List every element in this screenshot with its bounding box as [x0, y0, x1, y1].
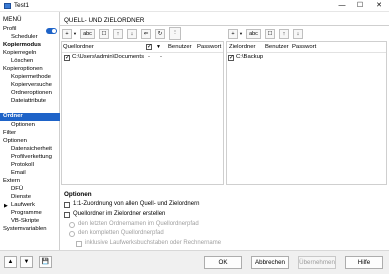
tree-item-optionen[interactable]: Optionen [3, 138, 27, 146]
rename-source-button[interactable]: abc [80, 29, 95, 39]
nav-down-button[interactable]: ▼ [20, 256, 33, 268]
tree-item-ordner-optionen[interactable]: Optionen [11, 122, 35, 130]
source-folder-list[interactable] [61, 41, 224, 185]
apply-button[interactable]: Übernehmen [298, 256, 336, 269]
nav-up-button[interactable]: ▲ [4, 256, 17, 268]
ok-button[interactable]: OK [204, 256, 242, 269]
swap-button[interactable]: ⇐ [141, 29, 151, 39]
move-up-source-button[interactable]: ↑ [113, 29, 123, 39]
tree-item-email[interactable]: Email [11, 170, 26, 178]
tree-item-ordner[interactable]: Ordner [0, 113, 60, 121]
help-button[interactable]: Hilfe [345, 256, 383, 269]
tree-item-systemvariablen[interactable]: Systemvariablen [3, 226, 47, 234]
move-down-target-button[interactable]: ↓ [293, 29, 303, 39]
target-row-checkbox[interactable] [228, 54, 234, 61]
app-icon [4, 3, 11, 9]
header-separator [227, 52, 386, 53]
tree-item-filter[interactable]: Filter [3, 130, 16, 138]
save-icon[interactable]: 💾 [39, 256, 52, 268]
tree-item-kopiermethode[interactable]: Kopiermethode [11, 74, 51, 82]
move-down-source-button[interactable]: ↓ [127, 29, 137, 39]
column-header-target[interactable]: Zielordner [229, 44, 256, 50]
create-source-folder-checkbox[interactable] [64, 212, 70, 218]
section-title: QUELL- UND ZIELORDNER [64, 17, 145, 24]
tree-item-extern[interactable]: Extern [3, 178, 20, 186]
menu-header: MENÜ [3, 16, 22, 23]
tree-item-datensicherheit[interactable]: Datensicherheit [11, 146, 52, 154]
column-header-password[interactable]: Passwort [197, 44, 221, 50]
include-drive-letter-label: inklusive Laufwerksbuchstaben oder Rechn… [85, 240, 222, 246]
tree-item-loeschen[interactable]: Löschen [11, 58, 33, 66]
tree-item-programme[interactable]: Programme [11, 210, 42, 218]
delete-target-button[interactable]: ☐ [265, 29, 275, 39]
tree-item-kopierregeln[interactable]: Kopierregeln [3, 50, 36, 58]
title-bar [0, 0, 389, 12]
tree-item-kopiermodus[interactable]: Kopiermodus [3, 42, 41, 50]
add-target-button[interactable]: + [228, 29, 238, 39]
tree-item-vb-skripte[interactable]: VB-Skripte [11, 218, 39, 226]
tree-item-dienste[interactable]: Dienste [11, 194, 31, 202]
profile-toggle[interactable] [46, 28, 57, 34]
last-folder-name-radio[interactable] [69, 222, 75, 228]
column-header-source[interactable]: Quellordner [63, 44, 94, 50]
target-folder-list[interactable] [226, 41, 387, 185]
minimize-button[interactable]: — [335, 1, 349, 11]
dropdown-arrow-icon[interactable]: ▼ [239, 31, 243, 36]
tree-item-ordneroptionen[interactable]: Ordneroptionen [11, 90, 52, 98]
tree-item-kopieroptionen[interactable]: Kopieroptionen [3, 66, 43, 74]
close-button[interactable]: ✕ [372, 1, 386, 11]
options-title: Optionen [64, 191, 92, 198]
full-path-label: den kompletten Quellordnerpfad [78, 230, 164, 236]
column-header-password[interactable]: Passwort [292, 44, 316, 50]
tree-item-profilverkettung[interactable]: Profilverkettung [11, 154, 52, 162]
dropdown-arrow-icon[interactable]: ▼ [73, 31, 77, 36]
expand-arrow-icon[interactable]: ▶ [4, 203, 8, 209]
tree-item-scheduler[interactable]: Scheduler [11, 34, 38, 42]
tree-item-kopierversuche[interactable]: Kopierversuche [11, 82, 52, 90]
column-header-user[interactable]: Benutzer [168, 44, 192, 50]
rename-target-button[interactable]: abc [246, 29, 261, 39]
last-folder-name-label: den letzten Ordnernamen im Quellordnerpf… [78, 221, 199, 227]
header-separator [62, 52, 223, 53]
source-cell: - [148, 54, 150, 60]
tree-item-dateiattribute[interactable]: Dateiattribute [11, 98, 46, 106]
source-row-checkbox[interactable] [64, 54, 70, 61]
include-drive-letter-checkbox[interactable] [76, 241, 82, 247]
tree-item-protokoll[interactable]: Protokoll [11, 162, 34, 170]
cancel-button[interactable]: Abbrechen [251, 256, 289, 269]
column-header-user[interactable]: Benutzer [265, 44, 289, 50]
source-cell: - [160, 54, 162, 60]
tree-item-laufwerk[interactable]: Laufwerk [11, 202, 35, 210]
filter-checkbox[interactable] [146, 43, 152, 50]
move-up-target-button[interactable]: ↑ [279, 29, 289, 39]
tree-item-profil[interactable]: Profil [3, 26, 16, 34]
one-to-one-label[interactable]: 1:1-Zuordnung von allen Quell- und Zielo… [73, 201, 199, 207]
columns-button[interactable]: ⋮ [169, 27, 181, 40]
full-path-radio[interactable] [69, 231, 75, 237]
source-folder-path[interactable]: C:\Users\admin\Documents [72, 54, 144, 60]
delete-source-button[interactable]: ☐ [99, 29, 109, 39]
one-to-one-checkbox[interactable] [64, 202, 70, 208]
refresh-button[interactable]: ↻ [155, 29, 165, 39]
target-folder-path[interactable]: C:\Backup [236, 54, 263, 60]
filter-icon[interactable]: ▼ [156, 44, 161, 50]
tree-item-dfue[interactable]: DFÜ [11, 186, 23, 194]
window-title: Test1 [14, 2, 30, 9]
add-source-button[interactable]: + [62, 29, 72, 39]
create-source-folder-label[interactable]: Quellordner im Zielordner erstellen [73, 211, 165, 217]
maximize-button[interactable]: ☐ [353, 1, 367, 11]
